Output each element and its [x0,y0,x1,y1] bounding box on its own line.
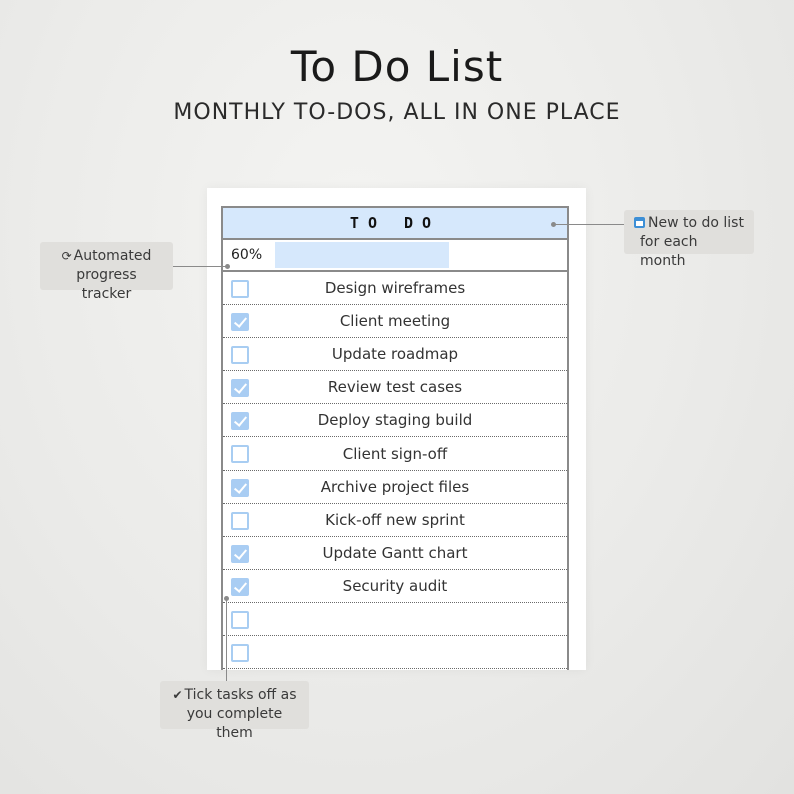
task-label: Client meeting [339,312,451,331]
task-label: Review test cases [327,378,463,397]
refresh-icon: ⟳ [61,249,72,263]
checkbox-unchecked[interactable] [231,280,249,298]
progress-bar [275,242,565,268]
task-list: Design wireframes Client meeting Update ro… [223,272,567,670]
task-label: Kick-off new sprint [325,510,465,529]
checkbox-unchecked[interactable] [231,644,249,663]
progress-leader-dot [225,264,230,269]
monthly-callout-line1: New to do list [648,215,744,231]
tick-leader-line [226,599,227,681]
todo-table: TO DO 60% Design wireframes Client meetin… [221,206,569,670]
page-subtitle: MONTHLY TO-DOS, ALL IN ONE PLACE [173,100,621,125]
checkbox-unchecked[interactable] [231,445,249,464]
progress-leader-line [173,266,227,267]
checkbox-unchecked[interactable] [231,610,249,629]
task-row [223,636,567,670]
task-row: Design wireframes [223,272,567,306]
checkbox-unchecked[interactable] [231,346,249,365]
tick-callout-line2: you complete them [186,706,283,741]
checkmark-icon: ✔ [172,688,183,702]
task-row: Deploy staging build [223,404,567,438]
task-row: Client sign-off [223,437,567,471]
task-row: Review test cases [223,371,567,405]
task-label: Deploy staging build [317,411,473,430]
task-row [223,603,567,637]
task-label: Update roadmap [331,345,459,364]
todo-heading: TO DO [223,206,567,240]
checkbox-checked[interactable] [231,379,249,398]
progress-bar-fill [275,242,449,268]
task-row: Update Gantt chart [223,537,567,570]
progress-percent: 60% [231,247,263,263]
task-label: Archive project files [320,477,470,496]
task-label: Update Gantt chart [322,543,468,562]
checkbox-unchecked[interactable] [231,511,249,530]
progress-callout-line2: progress tracker [76,267,137,302]
tick-callout: ✔ Tick tasks off as you complete them [160,681,309,741]
task-row: Kick-off new sprint [223,504,567,537]
task-row: Security audit [223,570,567,603]
progress-callout: ⟳ Automated progress tracker [40,242,173,302]
checkbox-checked[interactable] [231,577,249,596]
page-title: To Do List [290,42,504,91]
monthly-callout-line2: for each month [640,234,698,269]
task-row: Update roadmap [223,338,567,372]
monthly-callout: New to do list for each month [624,210,754,269]
progress-row: 60% [223,240,567,272]
todo-sheet: TO DO 60% Design wireframes Client meetin… [207,188,586,670]
task-label: Security audit [342,576,448,595]
task-row: Archive project files [223,471,567,504]
tick-leader-dot [224,596,229,601]
task-label: Client sign-off [342,444,448,463]
checkbox-checked[interactable] [231,544,249,563]
progress-callout-line1: Automated [73,248,152,264]
task-row: Client meeting [223,305,567,339]
monthly-leader-line [555,224,624,225]
monthly-leader-dot [551,222,556,227]
checkbox-checked[interactable] [231,313,249,332]
tick-callout-line1: Tick tasks off as [184,687,297,703]
task-label: Design wireframes [324,279,466,298]
checkbox-checked[interactable] [231,478,249,497]
checkbox-checked[interactable] [231,412,249,431]
calendar-icon [634,217,645,228]
